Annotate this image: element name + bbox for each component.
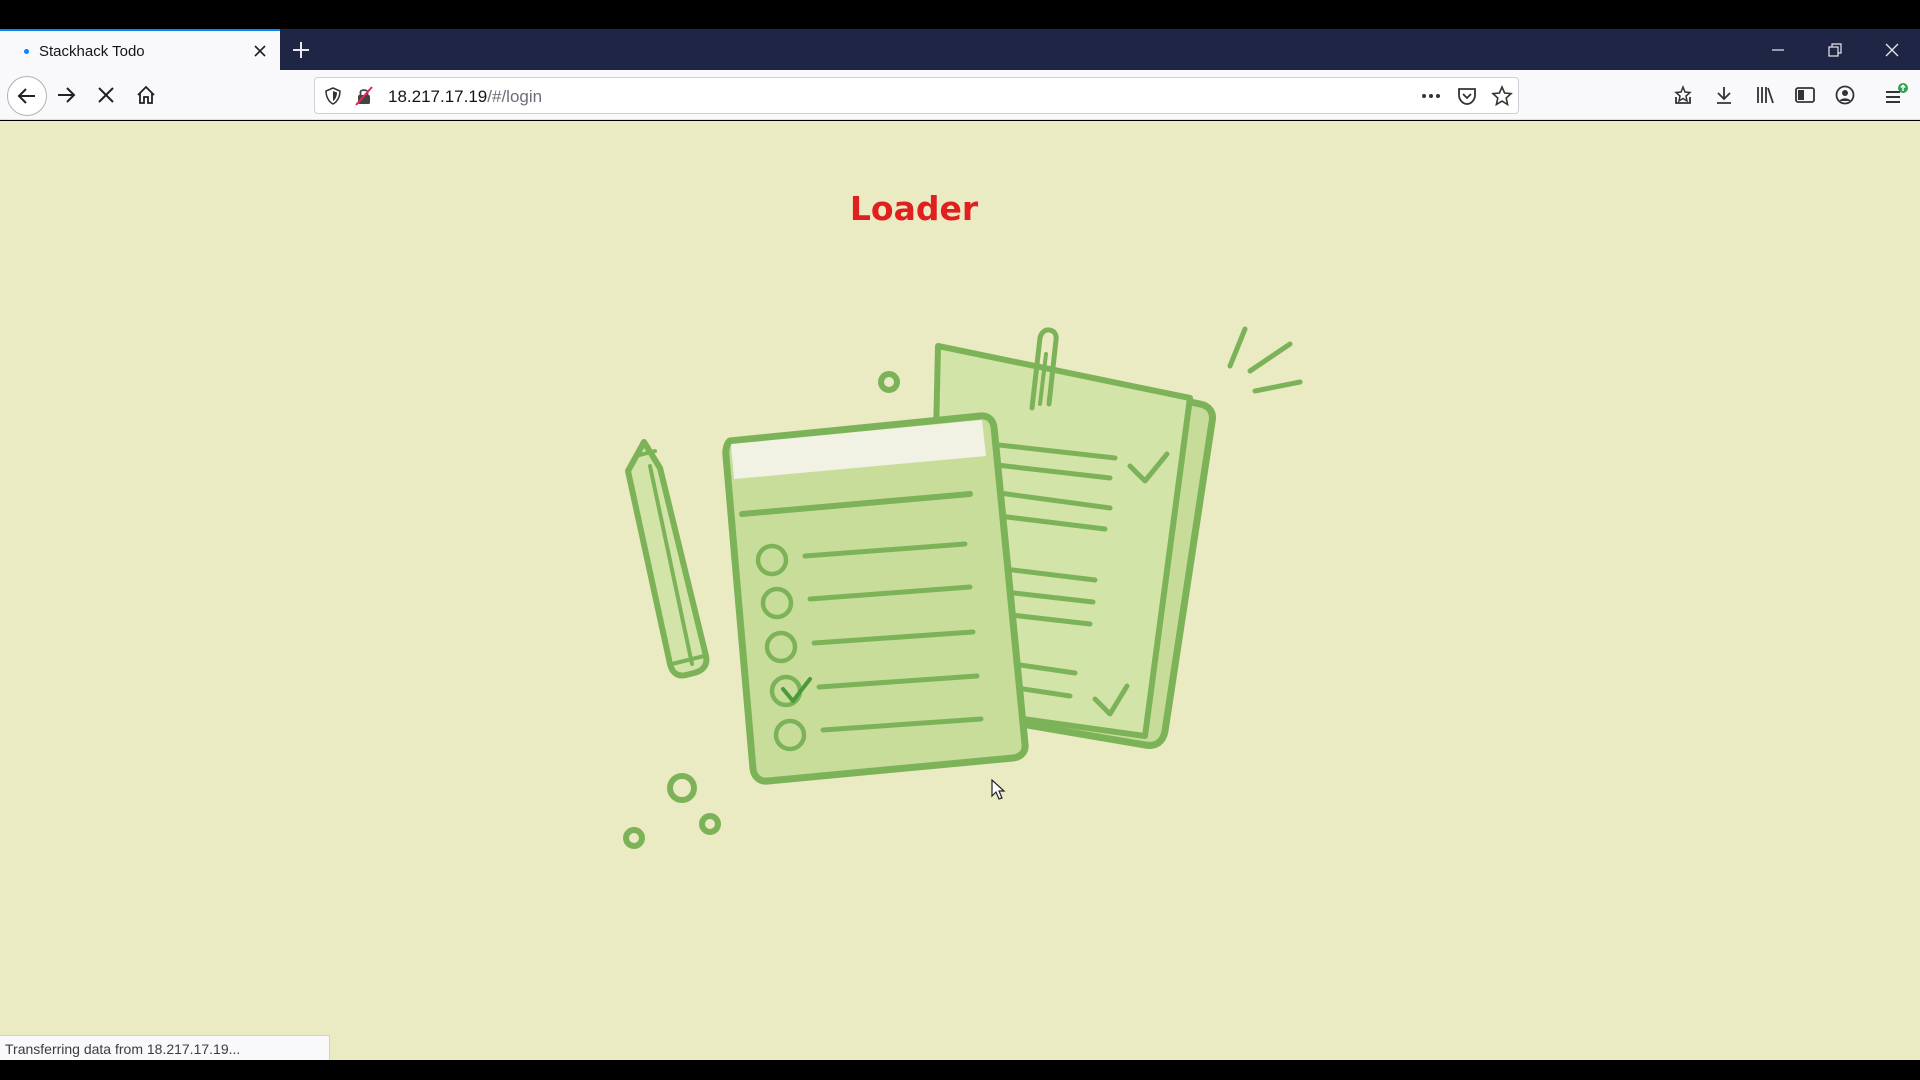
shield-icon[interactable] (322, 85, 344, 107)
pocket-button[interactable] (1456, 85, 1478, 107)
new-tab-button[interactable] (288, 37, 314, 63)
account-button[interactable] (1828, 78, 1862, 112)
page-content: Loader (0, 121, 1920, 1060)
tab-bar: Stackhack Todo (0, 29, 1920, 70)
close-tab-button[interactable] (250, 41, 270, 61)
screen-top-border (0, 0, 1920, 29)
account-icon (1835, 85, 1855, 105)
todo-clipboard-illustration (623, 326, 1303, 849)
status-bar: Transferring data from 18.217.17.19... (0, 1035, 330, 1060)
library-button[interactable] (1748, 78, 1782, 112)
restore-icon (1828, 42, 1842, 57)
stop-icon (98, 87, 114, 103)
close-window-button[interactable] (1872, 29, 1912, 70)
page-actions-button[interactable] (1420, 85, 1442, 107)
navigation-toolbar: 18.217.17.19/#/login (0, 70, 1920, 120)
sidebar-button[interactable] (1788, 78, 1822, 112)
page-title: Loader (849, 189, 979, 228)
url-path: /#/login (487, 87, 543, 106)
insecure-lock-icon[interactable] (353, 85, 375, 107)
screen-bottom-border (0, 1060, 1920, 1080)
status-text: Transferring data from 18.217.17.19... (5, 1041, 241, 1057)
tab-title: Stackhack Todo (39, 43, 145, 60)
library-download-button[interactable] (1666, 78, 1700, 112)
close-icon (254, 45, 266, 57)
tab-stackhack-todo[interactable]: Stackhack Todo (0, 29, 280, 70)
home-button[interactable] (129, 78, 163, 112)
download-icon (1717, 87, 1731, 104)
forward-icon (58, 87, 76, 103)
forward-button[interactable] (49, 78, 83, 112)
more-icon (1422, 94, 1440, 98)
loading-dot-icon (24, 49, 29, 54)
minimize-button[interactable] (1758, 29, 1798, 70)
back-button[interactable] (7, 76, 47, 116)
downloads-button[interactable] (1707, 78, 1741, 112)
menu-icon (1886, 83, 1908, 103)
bookmark-button[interactable] (1491, 85, 1513, 107)
minimize-icon (1772, 48, 1784, 51)
url-text[interactable]: 18.217.17.19/#/login (388, 87, 542, 107)
library-download-icon (1674, 84, 1692, 104)
pocket-icon (1458, 88, 1476, 105)
menu-button[interactable] (1879, 78, 1913, 112)
library-icon (1757, 87, 1774, 104)
home-icon (137, 85, 155, 104)
restore-button[interactable] (1815, 29, 1855, 70)
address-bar[interactable]: 18.217.17.19/#/login (314, 77, 1519, 114)
url-host: 18.217.17.19 (388, 87, 488, 106)
plus-icon (293, 42, 309, 58)
star-icon (1491, 85, 1513, 107)
mouse-cursor-icon (991, 779, 1006, 800)
back-icon (17, 88, 35, 104)
sidebar-icon (1795, 87, 1815, 103)
stop-button[interactable] (89, 78, 123, 112)
close-icon (1885, 43, 1899, 56)
